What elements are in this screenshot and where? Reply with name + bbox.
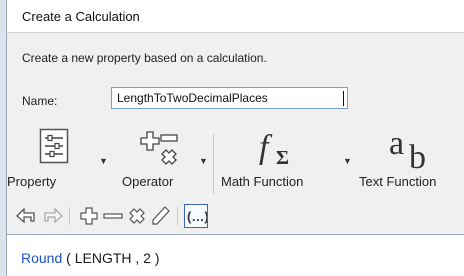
plus-button[interactable] [77, 204, 101, 228]
text-function-label: Text Function [359, 174, 437, 189]
multiply-button[interactable] [125, 204, 149, 228]
text-function-icon: a b [389, 125, 426, 172]
plus-icon [80, 207, 98, 225]
text-caret [343, 91, 344, 106]
parentheses-button[interactable]: (…) [184, 204, 209, 228]
ribbon: ▼ Property ▼ Operator f Σ ▼ Math Functio… [7, 124, 464, 198]
window-title: Create a Calculation [22, 9, 140, 24]
name-input[interactable] [111, 87, 348, 109]
redo-button[interactable] [41, 204, 65, 228]
title-bar: Create a Calculation [7, 0, 464, 33]
toolbar-separator [69, 207, 70, 225]
redo-icon [44, 207, 63, 224]
svg-text:(…): (…) [187, 209, 207, 224]
property-label: Property [7, 174, 57, 189]
calculation-dialog: Create a Calculation Create a new proper… [0, 0, 464, 276]
svg-text:a: a [389, 125, 404, 162]
name-label: Name: [22, 94, 58, 108]
math-function-button[interactable]: f Σ ▼ Math Function [219, 124, 352, 198]
multiply-icon [129, 208, 145, 224]
undo-button[interactable] [14, 204, 38, 228]
svg-text:f: f [259, 129, 273, 166]
math-function-icon: f Σ [259, 129, 289, 169]
ribbon-separator [213, 134, 214, 194]
expression-text[interactable]: Round ( LENGTH , 2 ) [21, 250, 160, 266]
divide-button[interactable] [149, 204, 173, 228]
minus-button[interactable] [101, 204, 125, 228]
undo-icon [16, 207, 35, 224]
svg-text:b: b [409, 139, 426, 172]
property-list-icon [39, 128, 69, 164]
property-button[interactable]: ▼ Property [7, 124, 108, 198]
dialog-description: Create a new property based on a calcula… [22, 51, 267, 65]
operator-dropdown-icon[interactable]: ▼ [199, 156, 208, 166]
expression-arguments: ( LENGTH , 2 ) [62, 250, 160, 266]
operator-label: Operator [122, 174, 174, 189]
svg-text:Σ: Σ [276, 147, 289, 169]
operator-button[interactable]: ▼ Operator [107, 124, 208, 198]
parentheses-icon: (…) [187, 209, 209, 224]
operators-icon [140, 131, 178, 165]
divide-icon [152, 206, 170, 225]
expression-function: Round [21, 250, 63, 266]
text-function-button[interactable]: a b Text Function [359, 124, 464, 198]
minus-icon [103, 213, 123, 219]
edit-toolbar: (…) [7, 201, 464, 231]
window-left-border [0, 0, 7, 276]
math-function-dropdown-icon[interactable]: ▼ [343, 156, 352, 166]
math-function-label: Math Function [221, 174, 304, 189]
toolbar-separator [177, 207, 178, 225]
